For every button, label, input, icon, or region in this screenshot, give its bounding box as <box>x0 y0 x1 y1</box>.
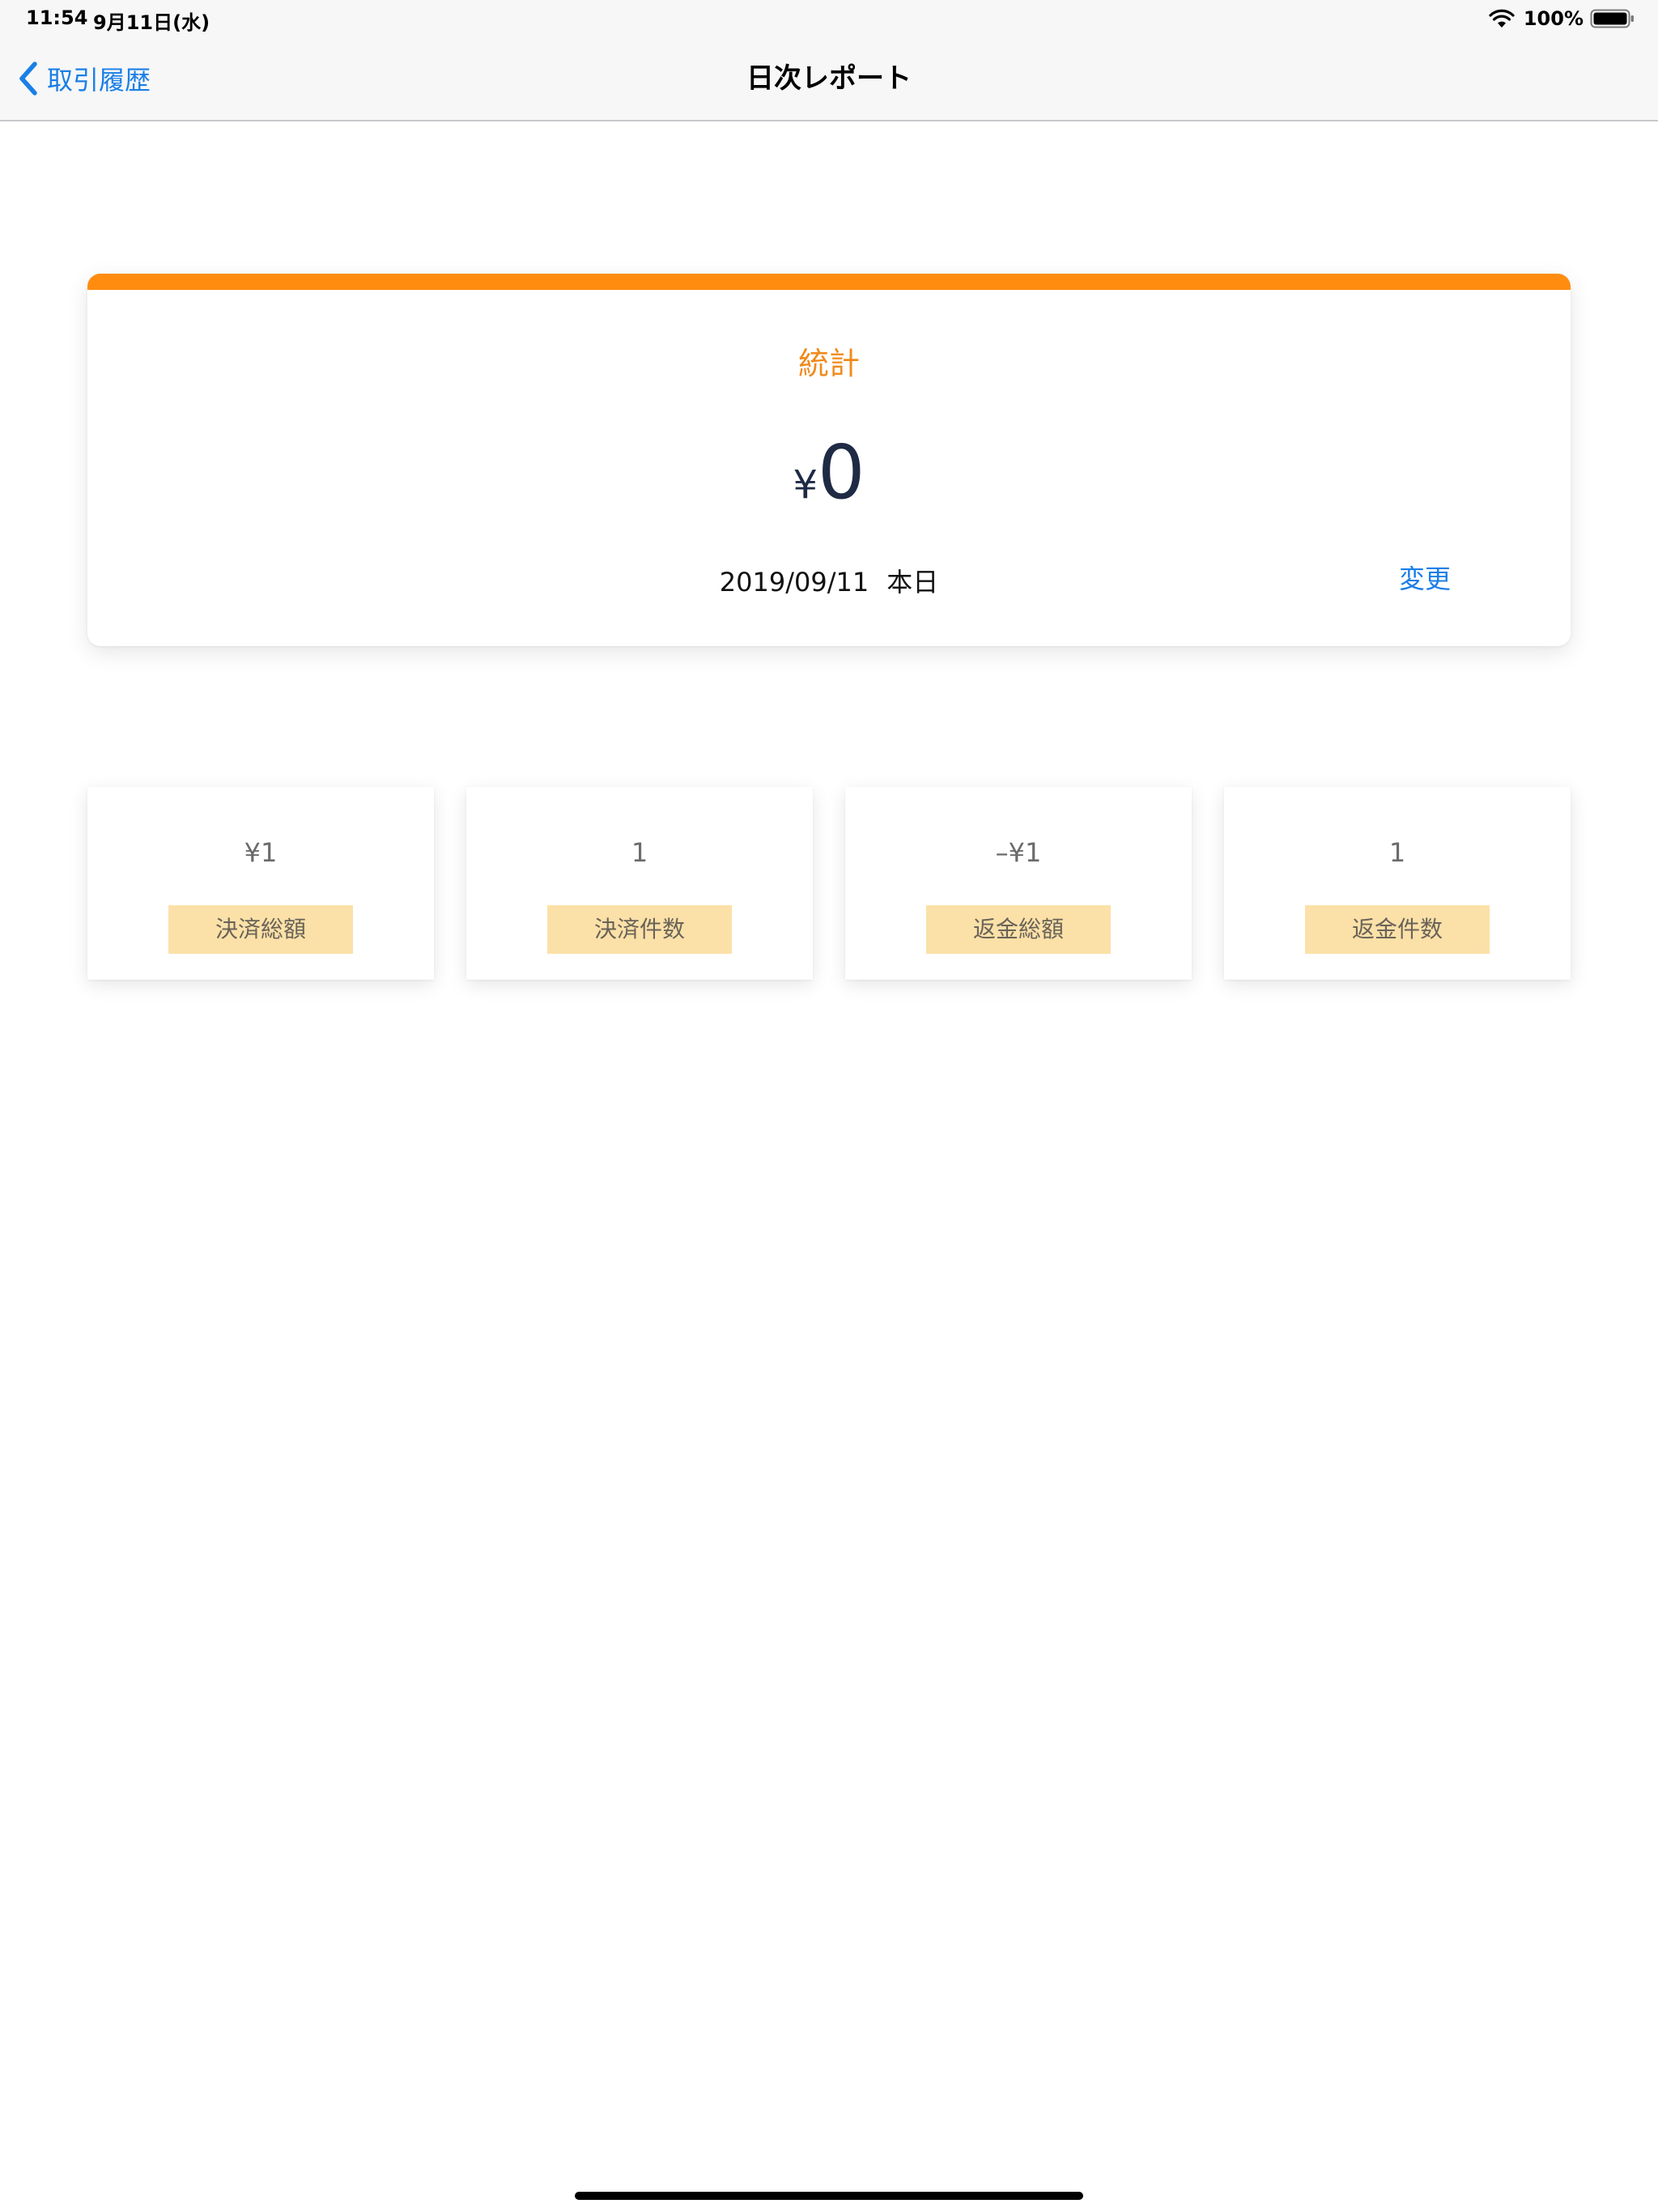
stat-card-refund-count: 1 返金件数 <box>1224 787 1571 980</box>
summary-card: 統計 ¥0 2019/09/11 本日 変更 <box>87 274 1571 646</box>
stat-value: ¥1 <box>244 837 278 868</box>
home-indicator[interactable] <box>575 2192 1083 2200</box>
top-bar: 11:54 9月11日(水) 100% 取引履歴 日次レポート <box>0 0 1658 121</box>
stat-label: 決済総額 <box>168 905 353 954</box>
stat-card-payment-count: 1 決済件数 <box>466 787 813 980</box>
summary-amount-value: 0 <box>818 429 865 516</box>
battery-icon <box>1590 9 1634 28</box>
status-indicators: 100% <box>1488 6 1635 31</box>
stat-card-refund-total: –¥1 返金総額 <box>845 787 1192 980</box>
summary-accent-bar <box>87 274 1571 290</box>
status-time: 11:54 <box>26 6 88 29</box>
summary-title: 統計 <box>797 346 860 381</box>
stat-label: 決済件数 <box>547 905 732 954</box>
wifi-icon <box>1489 9 1515 28</box>
stat-card-payment-total: ¥1 決済総額 <box>87 787 434 980</box>
currency-symbol: ¥ <box>793 462 818 508</box>
summary-date-row: 2019/09/11 本日 <box>87 562 1571 599</box>
stat-value: 1 <box>1388 837 1406 868</box>
battery-percentage: 100% <box>1523 7 1584 30</box>
stats-row: ¥1 決済総額 1 決済件数 –¥1 返金総額 1 返金件数 <box>87 787 1571 980</box>
stat-label: 返金件数 <box>1305 905 1490 954</box>
summary-date-label: 本日 <box>886 567 939 598</box>
page-title: 日次レポート <box>746 62 912 95</box>
summary-total-amount: ¥0 <box>87 436 1571 510</box>
summary-date: 2019/09/11 <box>719 567 869 598</box>
change-date-button[interactable]: 変更 <box>1399 559 1451 596</box>
stat-label: 返金総額 <box>926 905 1111 954</box>
status-date: 9月11日(水) <box>93 11 210 34</box>
stat-value: –¥1 <box>995 837 1042 868</box>
stat-value: 1 <box>631 837 648 868</box>
